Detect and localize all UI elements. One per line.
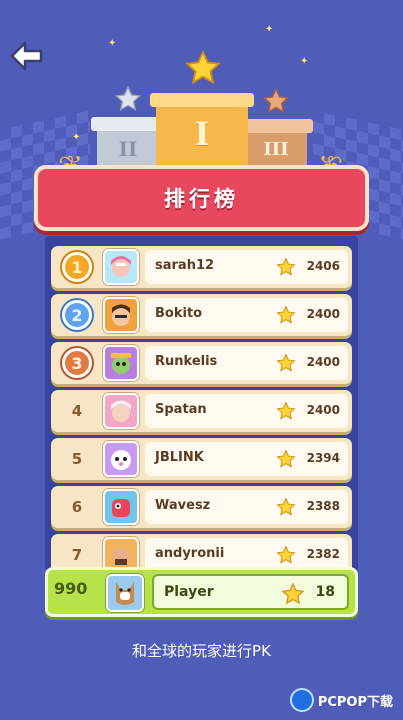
avatar <box>103 489 139 525</box>
watermark: PCPOP下载 <box>289 688 393 712</box>
gold-star-icon <box>184 49 222 85</box>
watermark-text: PCPOP下载 <box>317 694 393 710</box>
podium-second-label: II <box>118 137 138 161</box>
player-name: JBLINK <box>155 450 204 465</box>
player-name: Player <box>164 584 214 600</box>
player-name: andyronii <box>155 546 225 561</box>
bronze-medal-icon: 3 <box>62 348 92 378</box>
avatar <box>103 297 139 333</box>
player-score: 2406 <box>306 259 340 273</box>
list-item[interactable]: 7 andyronii 2382 <box>51 534 352 571</box>
star-icon <box>276 401 296 420</box>
rank-number: 6 <box>71 498 83 516</box>
star-icon <box>276 353 296 372</box>
player-score: 2400 <box>306 403 340 417</box>
list-item[interactable]: 4 Spatan 2400 <box>51 390 352 432</box>
star-icon <box>276 305 296 324</box>
rank-number: 5 <box>71 450 83 468</box>
player-score: 2382 <box>306 547 340 561</box>
player-score: 2400 <box>306 355 340 369</box>
podium-third-label: III <box>263 139 289 160</box>
star-icon <box>281 582 305 605</box>
player-name: Spatan <box>155 402 207 417</box>
player-score: 2388 <box>306 499 340 513</box>
player-score: 18 <box>315 584 335 600</box>
page-title: 排行榜 <box>164 187 239 211</box>
gold-medal-icon: 1 <box>62 252 92 282</box>
list-item[interactable]: 5 JBLINK 2394 <box>51 438 352 480</box>
player-name: Runkelis <box>155 354 218 369</box>
silver-star-icon <box>114 85 142 112</box>
player-name: Bokito <box>155 306 203 321</box>
star-icon <box>276 497 296 516</box>
avatar <box>103 249 139 285</box>
caption-text: 和全球的玩家进行PK <box>132 642 271 660</box>
player-name: sarah12 <box>155 258 215 273</box>
player-rank: 990 <box>54 579 88 598</box>
bronze-star-icon <box>262 87 290 114</box>
podium-first-label: I <box>194 115 210 153</box>
watermark-logo-icon <box>289 688 314 712</box>
current-player-row[interactable]: 990 Player 18 <box>45 567 358 617</box>
list-item[interactable]: 2 Bokito 2400 <box>51 294 352 336</box>
sparkle-icon: ✦ <box>265 24 274 35</box>
silver-medal-icon: 2 <box>62 300 92 330</box>
list-item[interactable]: 6 Wavesz 2388 <box>51 486 352 528</box>
avatar <box>103 441 139 477</box>
player-score: 2394 <box>306 451 340 465</box>
player-avatar <box>106 574 144 612</box>
star-icon <box>276 257 296 276</box>
avatar <box>103 537 139 571</box>
avatar <box>103 393 139 429</box>
star-icon <box>276 545 296 564</box>
avatar <box>103 345 139 381</box>
list-item[interactable]: 3 Runkelis 2400 <box>51 342 352 384</box>
leaderboard-list[interactable]: 1 sarah12 2406 2 Bokito 2400 3 Runkelis … <box>45 236 358 571</box>
star-icon <box>276 449 296 468</box>
player-name: Wavesz <box>155 498 211 513</box>
list-item[interactable]: 1 sarah12 2406 <box>51 246 352 288</box>
rank-number: 7 <box>71 546 83 564</box>
rank-number: 4 <box>71 402 83 420</box>
player-score: 2400 <box>306 307 340 321</box>
leaderboard-banner: 排行榜 <box>34 165 369 231</box>
